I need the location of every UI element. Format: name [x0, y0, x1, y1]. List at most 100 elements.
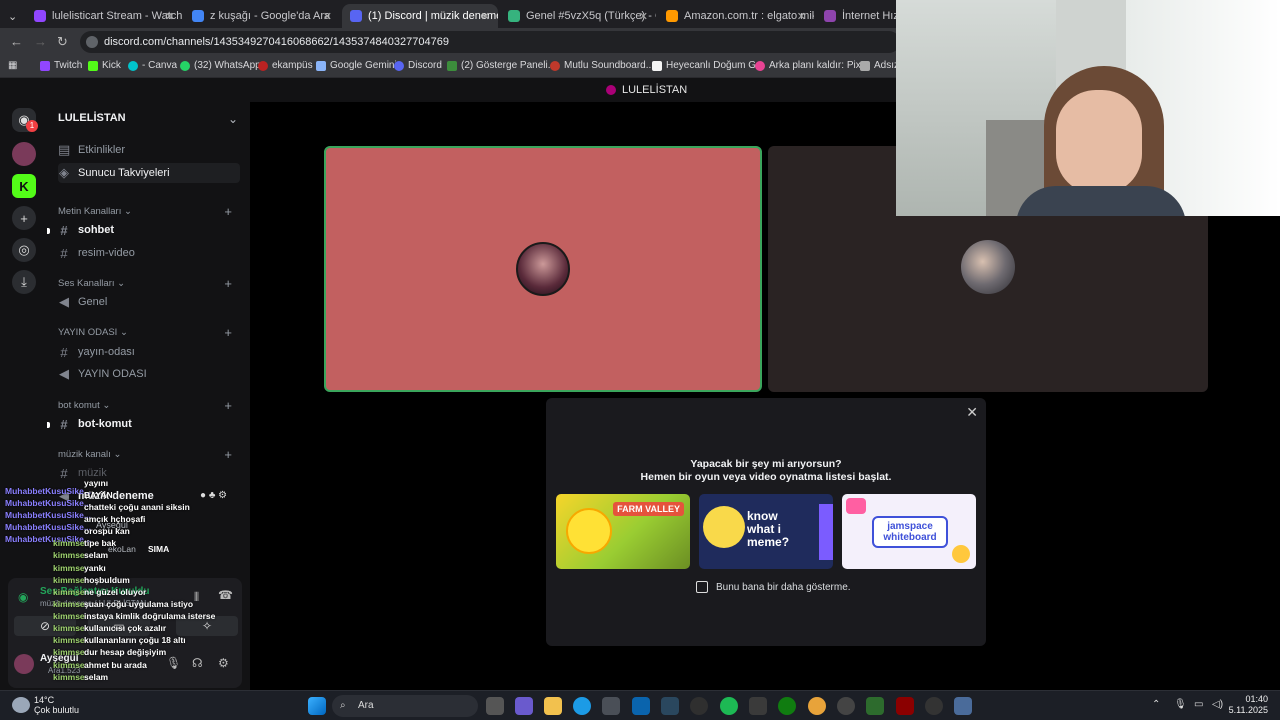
activity-farm-valley[interactable]: FARM VALLEY — [556, 494, 690, 569]
bookmark-dogum[interactable]: Heyecanlı Doğum G... — [652, 60, 764, 71]
widgets-icon[interactable] — [515, 697, 533, 715]
channel-bot-komut[interactable]: # bot-komut — [58, 414, 240, 434]
file-explorer-icon[interactable] — [544, 697, 562, 715]
tab-5[interactable]: İnternet Hız Testi — [816, 4, 896, 28]
bookmark-twitch[interactable]: Twitch — [40, 60, 82, 71]
events-item[interactable]: ▤ Etkinlikler — [58, 140, 240, 160]
tab-3[interactable]: Genel #5vzX5q (Türkçe) - Gartic✕ — [500, 4, 656, 28]
category-yayin[interactable]: YAYIN ODASI ⌄ + — [58, 325, 240, 340]
tray-chevron-icon[interactable]: ⌃ — [1152, 699, 1160, 710]
add-channel-icon[interactable]: + — [224, 204, 232, 219]
headphones-icon[interactable]: ☊ — [192, 656, 203, 670]
forward-icon[interactable]: → — [34, 34, 47, 49]
apps-icon[interactable]: ▦ — [8, 60, 17, 71]
discover-icon[interactable]: ◎ — [12, 238, 36, 262]
task-view-icon[interactable] — [486, 697, 504, 715]
taskbar-search[interactable]: ⌕ Ara — [332, 695, 478, 717]
bookmark-gosterge[interactable]: (2) Gösterge Paneli... — [447, 60, 556, 71]
participant-tile-1[interactable] — [324, 146, 762, 392]
outlook-icon[interactable] — [632, 697, 650, 715]
kick-server-icon[interactable]: K — [12, 174, 36, 198]
clock[interactable]: 01:40 5.11.2025 — [1229, 694, 1268, 716]
close-icon[interactable]: ✕ — [797, 10, 806, 23]
bookmark-kick[interactable]: Kick — [88, 60, 121, 71]
xbox-icon[interactable] — [778, 697, 796, 715]
checkbox[interactable] — [696, 581, 708, 593]
bookmark-discord[interactable]: Discord — [394, 60, 442, 71]
app-icon[interactable] — [837, 697, 855, 715]
start-icon[interactable] — [308, 697, 326, 715]
app-icon[interactable] — [866, 697, 884, 715]
doodle-decoration — [952, 545, 970, 563]
mic-icon[interactable]: 🎙︎ — [166, 656, 181, 670]
add-channel-icon[interactable]: + — [224, 447, 232, 462]
add-channel-icon[interactable]: + — [224, 325, 232, 340]
app-icon[interactable] — [749, 697, 767, 715]
gear-icon[interactable]: ⚙ — [218, 656, 229, 670]
tab-label: İnternet Hız Testi — [842, 10, 896, 22]
category-text[interactable]: Metin Kanalları ⌄ + — [58, 204, 240, 219]
bookmark-ekampus[interactable]: ekampüs — [258, 60, 313, 71]
boosts-label: Sunucu Takviyeleri — [78, 167, 170, 179]
channel-genel[interactable]: ◀ Genel — [58, 292, 240, 312]
bookmark-pixlr[interactable]: Arka planı kaldır: Pix... — [755, 60, 869, 71]
bookmark-canva[interactable]: - Canva — [128, 60, 177, 71]
tab-0[interactable]: lulelisticart Stream - Watch Live✕ — [26, 4, 182, 28]
add-channel-icon[interactable]: + — [224, 276, 232, 291]
channel-yayin-odasi-voice[interactable]: ◀ YAYIN ODASI — [58, 364, 240, 384]
noise-icon[interactable]: ⫴ — [194, 590, 199, 605]
bookmark-gemini[interactable]: Google Gemini — [316, 60, 397, 71]
mic-icon[interactable]: 🎙︎ — [1174, 699, 1187, 710]
steam-icon[interactable] — [661, 697, 679, 715]
category-voice[interactable]: Ses Kanalları ⌄ + — [58, 276, 240, 291]
add-server-icon[interactable]: + — [12, 206, 36, 230]
bookmark-soundboard[interactable]: Mutlu Soundboard... — [550, 60, 654, 71]
channel-actions-icon[interactable]: ● ♣ ⚙ — [200, 490, 227, 501]
chevron-down-icon[interactable]: ⌄ — [228, 112, 238, 126]
tab-1[interactable]: z kuşağı - Google'da Ara ✕ — [184, 4, 340, 28]
server-luleli-icon[interactable] — [12, 142, 36, 166]
bookmark-whatsapp[interactable]: (32) WhatsApp — [180, 60, 261, 71]
volume-icon[interactable]: ◁) — [1212, 699, 1223, 710]
category-muzik[interactable]: müzik kanalı ⌄ + — [58, 447, 240, 462]
close-icon[interactable]: ✕ — [481, 10, 490, 23]
chrome-icon[interactable] — [808, 697, 826, 715]
spotify-icon[interactable] — [720, 697, 738, 715]
weather-widget[interactable]: 14°C Çok bulutlu — [34, 695, 79, 715]
weather-icon[interactable] — [12, 697, 30, 713]
add-channel-icon[interactable]: + — [224, 398, 232, 413]
google-icon — [192, 10, 204, 22]
close-icon[interactable]: ✕ — [165, 10, 174, 23]
settings-icon[interactable] — [954, 697, 972, 715]
media-icon[interactable] — [925, 697, 943, 715]
channel-sohbet[interactable]: # sohbet — [58, 220, 240, 240]
category-bot[interactable]: bot komut ⌄ + — [58, 398, 240, 413]
close-icon[interactable]: ✕ — [966, 404, 978, 421]
voice-member[interactable]: SIMA — [148, 544, 169, 554]
activity-know-what-i-meme[interactable]: know what i meme? — [699, 494, 833, 569]
app-icon[interactable] — [896, 697, 914, 715]
close-icon[interactable]: ✕ — [323, 10, 332, 23]
store-icon[interactable] — [602, 697, 620, 715]
chat-message: ahmet bu arada — [84, 660, 147, 670]
close-icon[interactable]: ✕ — [639, 10, 648, 23]
dont-show-again[interactable]: Bunu bana bir daha gösterme. — [696, 581, 851, 593]
chatgpt-icon[interactable] — [690, 697, 708, 715]
back-icon[interactable]: ← — [10, 34, 23, 49]
boosts-item[interactable]: ◈ Sunucu Takviyeleri — [58, 163, 240, 183]
channel-resim-video[interactable]: # resim-video — [58, 243, 240, 263]
channel-yayin-odasi[interactable]: # yayın-odası — [58, 342, 240, 362]
tab-4[interactable]: Amazon.com.tr : elgato mikrofon✕ — [658, 4, 814, 28]
url-field[interactable]: discord.com/channels/1435349270416068662… — [80, 31, 900, 53]
download-icon[interactable]: ⤓ — [12, 270, 36, 294]
disconnect-icon[interactable]: ☎ — [218, 588, 233, 602]
display-icon[interactable]: ▭ — [1194, 699, 1203, 710]
tab-2-active[interactable]: (1) Discord | müzik deneme ✕ — [342, 4, 498, 28]
reload-icon[interactable]: ↻ — [57, 34, 68, 50]
edge-icon[interactable] — [573, 697, 591, 715]
server-name[interactable]: LULELİSTAN — [58, 112, 126, 124]
activity-jamspace[interactable]: jamspace whiteboard — [842, 494, 976, 569]
tab-menu-button[interactable]: ⌄ — [0, 4, 24, 28]
site-info-icon[interactable] — [86, 36, 98, 48]
avatar[interactable] — [14, 654, 34, 674]
